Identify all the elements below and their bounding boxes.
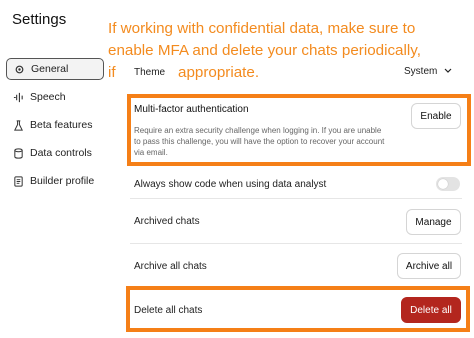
- toggle-knob: [438, 179, 448, 189]
- annotation-line-1: If working with confidential data, make …: [108, 20, 416, 37]
- delete-all-label: Delete all chats: [134, 305, 203, 316]
- sidebar-item-general[interactable]: General: [6, 58, 104, 80]
- theme-value: System: [404, 66, 438, 77]
- sidebar-item-label: General: [31, 63, 69, 75]
- sidebar-item-label: Builder profile: [30, 175, 95, 187]
- theme-label: Theme: [134, 67, 166, 78]
- theme-select[interactable]: System: [404, 66, 452, 77]
- mfa-title: Multi-factor authentication: [134, 104, 249, 115]
- divider: [130, 198, 462, 199]
- sidebar-item-data-controls[interactable]: Data controls: [6, 142, 104, 164]
- sidebar-item-label: Beta features: [30, 119, 93, 131]
- sidebar-item-builder-profile[interactable]: Builder profile: [6, 170, 104, 192]
- settings-title: Settings: [12, 11, 67, 28]
- annotation-line-3a: if: [108, 64, 116, 81]
- enable-mfa-button[interactable]: Enable: [411, 103, 461, 129]
- mfa-description: Require an extra security challenge when…: [134, 126, 385, 157]
- sidebar-item-speech[interactable]: Speech: [6, 86, 104, 108]
- sidebar-item-label: Speech: [30, 91, 66, 103]
- database-icon: [12, 147, 24, 159]
- annotation-text: If working with confidential data, make …: [108, 18, 468, 62]
- archive-all-label: Archive all chats: [134, 261, 207, 272]
- flask-icon: [12, 119, 24, 131]
- divider: [130, 243, 462, 244]
- annotation-line-3b: appropriate.: [178, 64, 260, 81]
- waveform-icon: [12, 91, 24, 103]
- code-toggle[interactable]: [436, 177, 460, 191]
- delete-all-button[interactable]: Delete all: [401, 297, 461, 323]
- manage-archived-button[interactable]: Manage: [406, 209, 461, 235]
- id-card-icon: [12, 175, 24, 187]
- chevron-down-icon: [444, 66, 452, 77]
- annotation-line-2: enable MFA and delete your chats periodi…: [108, 42, 421, 59]
- code-toggle-label: Always show code when using data analyst: [134, 179, 327, 190]
- sidebar-item-label: Data controls: [30, 147, 92, 159]
- sidebar-item-beta-features[interactable]: Beta features: [6, 114, 104, 136]
- archived-chats-label: Archived chats: [134, 216, 200, 227]
- archive-all-button[interactable]: Archive all: [397, 253, 461, 279]
- gear-icon: [13, 63, 25, 75]
